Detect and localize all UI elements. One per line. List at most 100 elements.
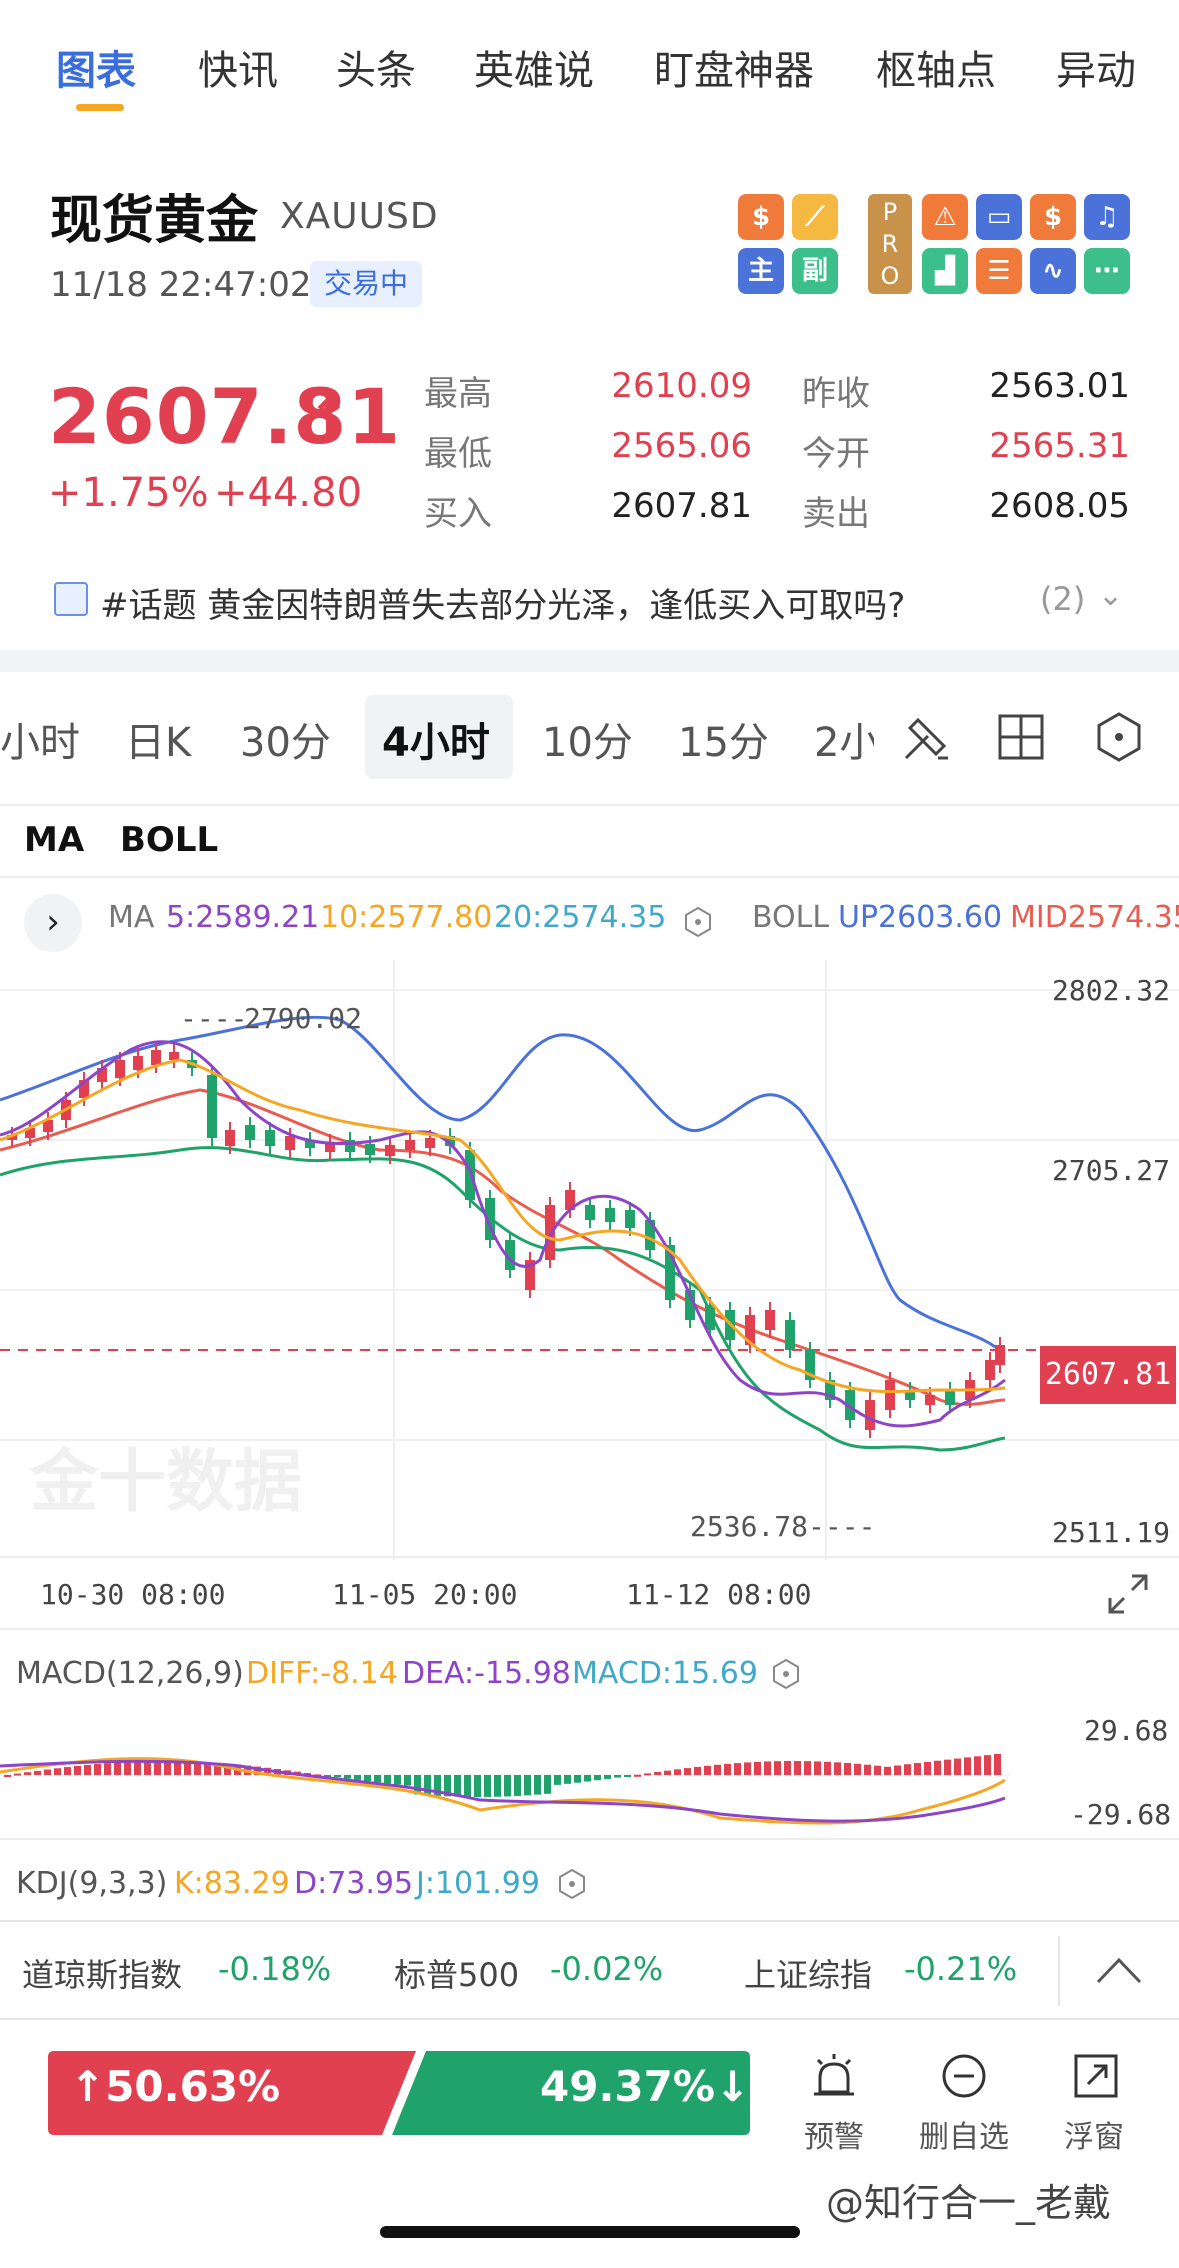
alarm-icon[interactable] [808,2050,860,2102]
chart-rise-icon[interactable]: 主 [738,248,784,294]
alert-button-label[interactable]: 预警 [774,2112,894,2156]
dollar-icon[interactable]: $ [738,194,784,240]
topic-link[interactable]: #话题 黄金因特朗普失去部分光泽，逢低买入可取吗? [100,578,905,627]
macd-bar [854,1763,861,1775]
list-icon[interactable]: ☰ [976,248,1022,294]
macd-bar [674,1769,681,1775]
macd-bar [374,1775,381,1783]
candle-body [115,1060,125,1078]
topic-icon [54,582,88,616]
macd-bar [814,1761,821,1775]
period-day[interactable]: 日K [125,710,191,768]
pro-badge[interactable]: PRO [868,194,912,294]
layout-grid-icon[interactable] [996,712,1046,762]
tab-pivot[interactable]: 枢轴点 [876,38,996,96]
period-10m[interactable]: 10分 [542,710,633,768]
float-window-icon[interactable] [1070,2050,1122,2102]
ticker-name[interactable]: 道琼斯指数 [22,1950,182,1996]
candle-body [925,1395,935,1405]
indicator-ma[interactable]: MA [24,820,84,860]
ticker-name[interactable]: 上证综指 [744,1950,872,1996]
remove-icon[interactable] [938,2050,990,2102]
dollar-icon[interactable]: $ [1030,194,1076,240]
candlestick-chart[interactable]: 金十数据 [0,960,1179,1560]
period-15m[interactable]: 15分 [678,710,769,768]
ticker-value: -0.21% [904,1950,1018,1988]
candle-body [625,1210,635,1228]
period-2h[interactable]: 2小 [814,710,874,768]
macd-dea: DEA:-15.98 [402,1656,571,1691]
low-marker-value: 2536.78 [690,1510,809,1543]
settings-hex-icon[interactable] [1092,710,1146,764]
float-window-label[interactable]: 浮窗 [1034,2112,1154,2156]
macd-bar [64,1767,71,1775]
bell-icon[interactable]: ♫ [1084,194,1130,240]
ma5-value: 5:2589.21 [166,900,320,935]
pulse-icon[interactable]: ∿ [1030,248,1076,294]
kdj-settings-icon[interactable] [556,1868,588,1900]
home-indicator[interactable] [380,2226,800,2238]
ma20-value: 20:2574.35 [494,900,667,935]
x-axis-label: 11-05 20:00 [332,1578,518,1611]
candle-body [945,1390,955,1405]
tab-monitor[interactable]: 盯盘神器 [654,38,814,96]
pen-tool-icon[interactable]: ⟋ [792,194,838,240]
macd-bar [664,1770,671,1775]
toggle-icon[interactable]: ▭ [976,194,1022,240]
macd-bar [864,1764,871,1775]
candle-body [765,1310,775,1330]
alarm-icon[interactable]: ⚠ [922,194,968,240]
macd-bar [404,1775,411,1786]
boll-mid-value: MID2574.35 [1010,900,1179,935]
tab-news[interactable]: 快讯 [198,38,278,96]
expand-legend-button[interactable]: › [24,894,82,952]
page-title: 现货黄金 [50,191,259,251]
chart-fall-icon[interactable]: 副 [792,248,838,294]
down-arrow-icon: ↓ [714,2062,751,2111]
macd-bar [564,1775,571,1784]
kdj-j: J:101.99 [416,1866,540,1901]
candle-body [365,1144,375,1155]
topic-count[interactable]: (2) [1040,580,1085,618]
ma-prefix: MA [108,900,155,935]
macd-value: MACD:15.69 [572,1656,758,1691]
fullscreen-icon[interactable] [1104,1570,1152,1618]
macd-bar [604,1775,611,1779]
candle-body [151,1050,161,1065]
ticker-name[interactable]: 标普500 [394,1950,519,1996]
macd-bar [984,1755,991,1775]
chevron-up-icon[interactable] [1092,1950,1146,1990]
macd-bar [794,1761,801,1775]
macd-bar [924,1761,931,1775]
macd-bar [944,1759,951,1775]
macd-bar [344,1775,351,1779]
candle-body [405,1140,415,1150]
candle-body [245,1125,255,1140]
high-value: 2610.09 [611,366,752,406]
draw-tool-icon[interactable] [898,710,954,766]
macd-settings-icon[interactable] [770,1658,802,1690]
up-arrow-icon: ↑ [308,388,350,446]
indicator-boll[interactable]: BOLL [120,820,218,860]
chevron-down-icon[interactable]: ⌄ [1098,578,1123,613]
tab-headlines[interactable]: 头条 [336,38,416,96]
period-30m[interactable]: 30分 [240,710,331,768]
candle-body [865,1400,875,1430]
macd-bar [44,1769,51,1775]
ticker-value: -0.18% [218,1950,332,1988]
remove-watchlist-label[interactable]: 删自选 [904,2112,1024,2156]
tab-unusual[interactable]: 异动 [1056,38,1136,96]
macd-bar [764,1761,771,1775]
bar-chart-icon[interactable]: ▟ [922,248,968,294]
prev-close-label: 昨收 [802,374,870,414]
more-icon[interactable]: ⋯ [1084,248,1130,294]
tab-chart[interactable]: 图表 [56,38,136,96]
boll-prefix: BOLL [752,900,830,935]
macd-bar [734,1763,741,1775]
macd-bar [804,1761,811,1775]
ma-settings-icon[interactable] [682,906,714,938]
period-1h[interactable]: 小时 [0,710,80,768]
period-4h[interactable]: 4小时 [382,710,490,768]
tab-hero-talk[interactable]: 英雄说 [474,38,594,96]
ticker-value: -0.02% [550,1950,664,1988]
